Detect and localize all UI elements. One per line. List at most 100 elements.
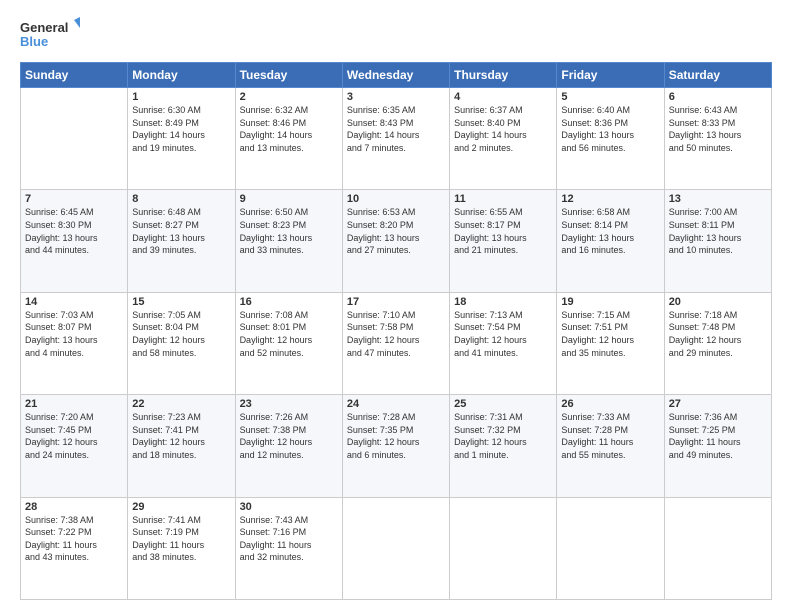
day-number: 18 xyxy=(454,296,552,308)
day-info: Sunrise: 7:31 AM Sunset: 7:32 PM Dayligh… xyxy=(454,411,552,461)
day-number: 29 xyxy=(132,501,230,513)
day-info: Sunrise: 6:32 AM Sunset: 8:46 PM Dayligh… xyxy=(240,104,338,154)
weekday-header-monday: Monday xyxy=(128,63,235,88)
calendar-cell: 13Sunrise: 7:00 AM Sunset: 8:11 PM Dayli… xyxy=(664,190,771,292)
calendar-cell: 6Sunrise: 6:43 AM Sunset: 8:33 PM Daylig… xyxy=(664,88,771,190)
weekday-header-thursday: Thursday xyxy=(450,63,557,88)
day-info: Sunrise: 6:53 AM Sunset: 8:20 PM Dayligh… xyxy=(347,206,445,256)
weekday-header-wednesday: Wednesday xyxy=(342,63,449,88)
calendar-cell: 21Sunrise: 7:20 AM Sunset: 7:45 PM Dayli… xyxy=(21,395,128,497)
day-number: 7 xyxy=(25,193,123,205)
day-number: 4 xyxy=(454,91,552,103)
day-info: Sunrise: 7:10 AM Sunset: 7:58 PM Dayligh… xyxy=(347,309,445,359)
calendar-cell: 28Sunrise: 7:38 AM Sunset: 7:22 PM Dayli… xyxy=(21,497,128,599)
day-info: Sunrise: 6:37 AM Sunset: 8:40 PM Dayligh… xyxy=(454,104,552,154)
day-number: 9 xyxy=(240,193,338,205)
calendar-cell xyxy=(342,497,449,599)
header: General Blue xyxy=(20,16,772,52)
calendar-cell: 25Sunrise: 7:31 AM Sunset: 7:32 PM Dayli… xyxy=(450,395,557,497)
day-number: 19 xyxy=(561,296,659,308)
day-number: 11 xyxy=(454,193,552,205)
week-row-3: 14Sunrise: 7:03 AM Sunset: 8:07 PM Dayli… xyxy=(21,292,772,394)
calendar-cell: 27Sunrise: 7:36 AM Sunset: 7:25 PM Dayli… xyxy=(664,395,771,497)
calendar-cell xyxy=(21,88,128,190)
day-info: Sunrise: 7:18 AM Sunset: 7:48 PM Dayligh… xyxy=(669,309,767,359)
weekday-header-tuesday: Tuesday xyxy=(235,63,342,88)
calendar-cell: 15Sunrise: 7:05 AM Sunset: 8:04 PM Dayli… xyxy=(128,292,235,394)
week-row-2: 7Sunrise: 6:45 AM Sunset: 8:30 PM Daylig… xyxy=(21,190,772,292)
day-info: Sunrise: 7:36 AM Sunset: 7:25 PM Dayligh… xyxy=(669,411,767,461)
logo-svg: General Blue xyxy=(20,16,80,52)
day-info: Sunrise: 7:28 AM Sunset: 7:35 PM Dayligh… xyxy=(347,411,445,461)
day-info: Sunrise: 6:48 AM Sunset: 8:27 PM Dayligh… xyxy=(132,206,230,256)
day-info: Sunrise: 7:13 AM Sunset: 7:54 PM Dayligh… xyxy=(454,309,552,359)
day-number: 22 xyxy=(132,398,230,410)
day-info: Sunrise: 7:41 AM Sunset: 7:19 PM Dayligh… xyxy=(132,514,230,564)
calendar-cell: 24Sunrise: 7:28 AM Sunset: 7:35 PM Dayli… xyxy=(342,395,449,497)
day-info: Sunrise: 7:26 AM Sunset: 7:38 PM Dayligh… xyxy=(240,411,338,461)
day-number: 25 xyxy=(454,398,552,410)
calendar-table: SundayMondayTuesdayWednesdayThursdayFrid… xyxy=(20,62,772,600)
calendar-cell: 22Sunrise: 7:23 AM Sunset: 7:41 PM Dayli… xyxy=(128,395,235,497)
calendar-cell: 17Sunrise: 7:10 AM Sunset: 7:58 PM Dayli… xyxy=(342,292,449,394)
day-number: 13 xyxy=(669,193,767,205)
calendar-cell: 23Sunrise: 7:26 AM Sunset: 7:38 PM Dayli… xyxy=(235,395,342,497)
day-number: 27 xyxy=(669,398,767,410)
week-row-5: 28Sunrise: 7:38 AM Sunset: 7:22 PM Dayli… xyxy=(21,497,772,599)
day-number: 26 xyxy=(561,398,659,410)
day-number: 6 xyxy=(669,91,767,103)
calendar-cell: 29Sunrise: 7:41 AM Sunset: 7:19 PM Dayli… xyxy=(128,497,235,599)
calendar-cell xyxy=(450,497,557,599)
calendar-cell: 18Sunrise: 7:13 AM Sunset: 7:54 PM Dayli… xyxy=(450,292,557,394)
weekday-header-saturday: Saturday xyxy=(664,63,771,88)
day-info: Sunrise: 7:20 AM Sunset: 7:45 PM Dayligh… xyxy=(25,411,123,461)
weekday-header-friday: Friday xyxy=(557,63,664,88)
day-number: 28 xyxy=(25,501,123,513)
calendar-cell: 7Sunrise: 6:45 AM Sunset: 8:30 PM Daylig… xyxy=(21,190,128,292)
day-info: Sunrise: 6:35 AM Sunset: 8:43 PM Dayligh… xyxy=(347,104,445,154)
day-info: Sunrise: 6:40 AM Sunset: 8:36 PM Dayligh… xyxy=(561,104,659,154)
day-number: 8 xyxy=(132,193,230,205)
calendar-cell: 10Sunrise: 6:53 AM Sunset: 8:20 PM Dayli… xyxy=(342,190,449,292)
day-number: 15 xyxy=(132,296,230,308)
day-number: 30 xyxy=(240,501,338,513)
calendar-cell: 5Sunrise: 6:40 AM Sunset: 8:36 PM Daylig… xyxy=(557,88,664,190)
week-row-1: 1Sunrise: 6:30 AM Sunset: 8:49 PM Daylig… xyxy=(21,88,772,190)
calendar-cell: 11Sunrise: 6:55 AM Sunset: 8:17 PM Dayli… xyxy=(450,190,557,292)
day-number: 17 xyxy=(347,296,445,308)
calendar-cell: 12Sunrise: 6:58 AM Sunset: 8:14 PM Dayli… xyxy=(557,190,664,292)
calendar-cell: 1Sunrise: 6:30 AM Sunset: 8:49 PM Daylig… xyxy=(128,88,235,190)
day-number: 16 xyxy=(240,296,338,308)
day-number: 14 xyxy=(25,296,123,308)
day-info: Sunrise: 7:43 AM Sunset: 7:16 PM Dayligh… xyxy=(240,514,338,564)
calendar-cell: 2Sunrise: 6:32 AM Sunset: 8:46 PM Daylig… xyxy=(235,88,342,190)
calendar-cell: 30Sunrise: 7:43 AM Sunset: 7:16 PM Dayli… xyxy=(235,497,342,599)
day-info: Sunrise: 6:30 AM Sunset: 8:49 PM Dayligh… xyxy=(132,104,230,154)
weekday-header-sunday: Sunday xyxy=(21,63,128,88)
day-info: Sunrise: 6:45 AM Sunset: 8:30 PM Dayligh… xyxy=(25,206,123,256)
logo: General Blue xyxy=(20,16,80,52)
day-info: Sunrise: 7:08 AM Sunset: 8:01 PM Dayligh… xyxy=(240,309,338,359)
calendar-cell: 19Sunrise: 7:15 AM Sunset: 7:51 PM Dayli… xyxy=(557,292,664,394)
day-number: 2 xyxy=(240,91,338,103)
calendar-cell: 3Sunrise: 6:35 AM Sunset: 8:43 PM Daylig… xyxy=(342,88,449,190)
svg-text:Blue: Blue xyxy=(20,34,48,49)
day-info: Sunrise: 7:00 AM Sunset: 8:11 PM Dayligh… xyxy=(669,206,767,256)
page: General Blue SundayMondayTuesdayWednesda… xyxy=(0,0,792,612)
calendar-cell: 8Sunrise: 6:48 AM Sunset: 8:27 PM Daylig… xyxy=(128,190,235,292)
calendar-cell: 26Sunrise: 7:33 AM Sunset: 7:28 PM Dayli… xyxy=(557,395,664,497)
calendar-cell: 16Sunrise: 7:08 AM Sunset: 8:01 PM Dayli… xyxy=(235,292,342,394)
day-info: Sunrise: 7:05 AM Sunset: 8:04 PM Dayligh… xyxy=(132,309,230,359)
day-number: 3 xyxy=(347,91,445,103)
day-number: 10 xyxy=(347,193,445,205)
day-info: Sunrise: 6:43 AM Sunset: 8:33 PM Dayligh… xyxy=(669,104,767,154)
calendar-cell xyxy=(664,497,771,599)
day-info: Sunrise: 6:50 AM Sunset: 8:23 PM Dayligh… xyxy=(240,206,338,256)
day-number: 21 xyxy=(25,398,123,410)
day-number: 23 xyxy=(240,398,338,410)
day-info: Sunrise: 6:58 AM Sunset: 8:14 PM Dayligh… xyxy=(561,206,659,256)
day-number: 20 xyxy=(669,296,767,308)
week-row-4: 21Sunrise: 7:20 AM Sunset: 7:45 PM Dayli… xyxy=(21,395,772,497)
day-info: Sunrise: 7:23 AM Sunset: 7:41 PM Dayligh… xyxy=(132,411,230,461)
svg-text:General: General xyxy=(20,20,68,35)
